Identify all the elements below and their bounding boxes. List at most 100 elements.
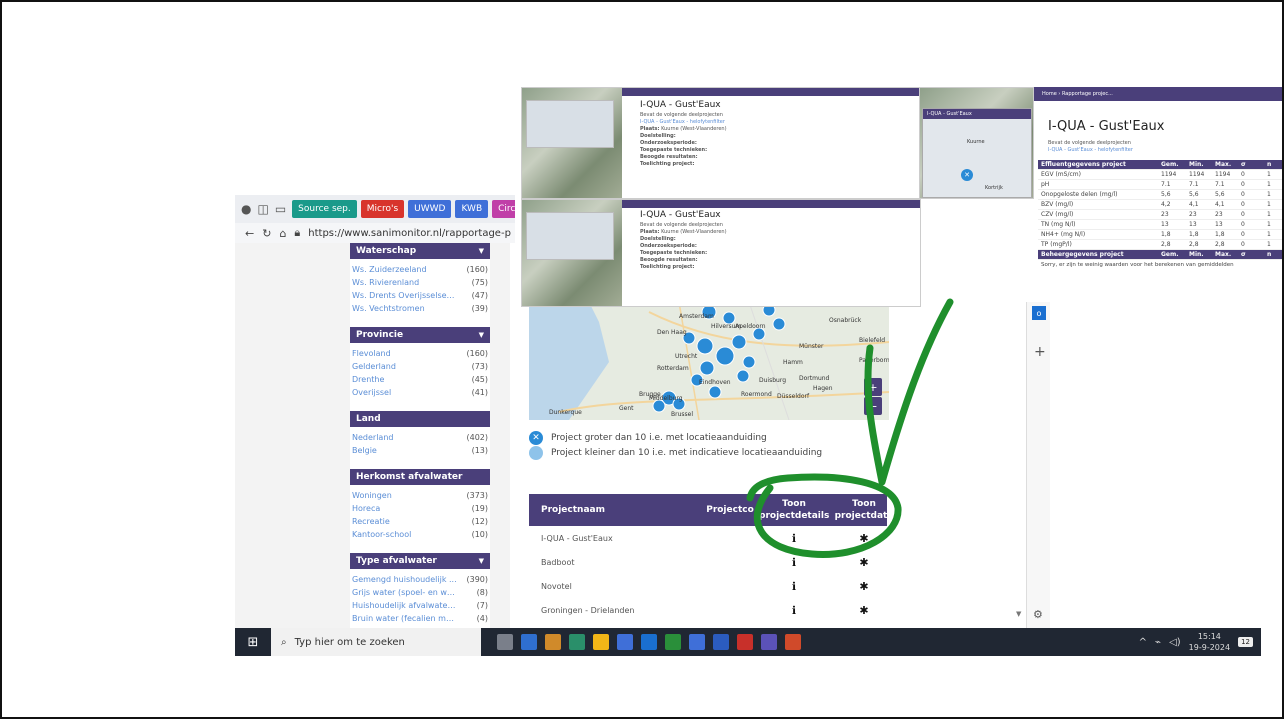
- favorite-0[interactable]: Source sep.: [292, 200, 357, 218]
- filter-item[interactable]: Grijs water (spoel- en wa... (8): [350, 586, 490, 599]
- taskbar-app-icon[interactable]: [737, 634, 753, 650]
- project-name-cell: Groningen - Drielanden: [541, 605, 635, 615]
- taskbar-app-icon[interactable]: [617, 634, 633, 650]
- filter-item[interactable]: Ws. Zuiderzeeland (160): [350, 263, 490, 276]
- refresh-icon[interactable]: ↻: [262, 227, 271, 240]
- volume-icon[interactable]: ◁): [1169, 637, 1181, 648]
- filter-item[interactable]: Horeca (19): [350, 502, 490, 515]
- filter-item-count: (41): [471, 388, 488, 397]
- info-icon[interactable]: ℹ: [759, 580, 829, 593]
- taskbar-app-icon[interactable]: [593, 634, 609, 650]
- filter-item-label[interactable]: Grijs water (spoel- en wa...: [352, 588, 457, 597]
- taskbar-app-icon[interactable]: [569, 634, 585, 650]
- filter-header[interactable]: Land: [350, 411, 490, 427]
- filter-item[interactable]: Woningen (373): [350, 489, 490, 502]
- back-icon[interactable]: ←: [245, 227, 254, 240]
- taskbar-app-icon[interactable]: [785, 634, 801, 650]
- chevron-down-icon: ▼: [478, 331, 484, 339]
- taskbar-clock[interactable]: 15:14 19-9-2024: [1189, 631, 1230, 653]
- taskbar-search[interactable]: ⌕ Typ hier om te zoeken: [271, 628, 481, 656]
- results-label: Beoogde resultaten:: [640, 154, 698, 160]
- info-icon[interactable]: ℹ: [759, 604, 829, 617]
- filter-item[interactable]: Recreatie (12): [350, 515, 490, 528]
- taskbar-app-icon[interactable]: [665, 634, 681, 650]
- project-marker[interactable]: [696, 337, 714, 355]
- filter-item[interactable]: Huishoudelijk afvalwater ... (7): [350, 599, 490, 612]
- taskbar-app-icon[interactable]: [761, 634, 777, 650]
- filter-item-label[interactable]: Woningen: [352, 491, 392, 500]
- chevron-down-icon: ▼: [478, 557, 484, 565]
- filter-item-label[interactable]: Huishoudelijk afvalwater ...: [352, 601, 457, 610]
- subproject-link[interactable]: I-QUA - Gust'Eaux - helofytenfilter: [640, 119, 910, 126]
- filter-item-label[interactable]: Bruin water (fecalien met...: [352, 614, 457, 623]
- filter-item-label[interactable]: Overijssel: [352, 388, 391, 397]
- filter-item-label[interactable]: Nederland: [352, 433, 393, 442]
- taskbar-app-icon[interactable]: [545, 634, 561, 650]
- location-map-thumb: [526, 100, 614, 148]
- taskbar-app-icon[interactable]: [521, 634, 537, 650]
- filter-item[interactable]: Ws. Rivierenland (75): [350, 276, 490, 289]
- filter-header[interactable]: Provincie ▼: [350, 327, 490, 343]
- table-cell: 1: [1267, 181, 1271, 188]
- filter-item-label[interactable]: Ws. Drents Overijsselse D...: [352, 291, 457, 300]
- profile-icon[interactable]: ●: [241, 201, 251, 217]
- scroll-down-icon[interactable]: ▼: [1016, 610, 1021, 618]
- filter-item-label[interactable]: Belgie: [352, 446, 377, 455]
- col-projectnaam[interactable]: Projectnaam: [541, 504, 701, 516]
- tray-chevron-icon[interactable]: ^: [1139, 637, 1147, 648]
- asterisk-icon[interactable]: ✱: [829, 580, 899, 593]
- data-subproject-link[interactable]: I-QUA - Gust'Eaux - helofytenfilter: [1048, 147, 1282, 154]
- favorite-3[interactable]: KWB: [455, 200, 489, 218]
- workspaces-icon[interactable]: ◫: [257, 201, 268, 217]
- filter-item-label[interactable]: Gemengd huishoudelijk ...: [352, 575, 457, 584]
- filter-item[interactable]: Drenthe (45): [350, 373, 490, 386]
- windows-start-icon[interactable]: ⊞: [235, 635, 271, 650]
- filter-item[interactable]: Nederland (402): [350, 431, 490, 444]
- filter-item-label[interactable]: Ws. Zuiderzeeland: [352, 265, 427, 274]
- tab-actions-icon[interactable]: ▭: [275, 201, 286, 217]
- table-cell: 1: [1267, 171, 1271, 178]
- filter-header[interactable]: Herkomst afvalwater: [350, 469, 490, 485]
- filter-item-label[interactable]: Drenthe: [352, 375, 384, 384]
- filter-item-label[interactable]: Kantoor-school: [352, 530, 411, 539]
- asterisk-icon[interactable]: ✱: [829, 604, 899, 617]
- project-marker-icon[interactable]: ✕: [961, 169, 973, 181]
- home-icon[interactable]: ⌂: [279, 227, 286, 240]
- favorite-4[interactable]: Circ. w: [492, 200, 515, 218]
- filter-item-label[interactable]: Ws. Rivierenland: [352, 278, 419, 287]
- filter-item[interactable]: Belgie (13): [350, 444, 490, 457]
- filter-item[interactable]: Flevoland (160): [350, 347, 490, 360]
- url-field[interactable]: https://www.sanimonitor.nl/rapportage-p: [308, 228, 511, 239]
- filter-header[interactable]: Type afvalwater ▼: [350, 553, 490, 569]
- favorite-2[interactable]: UWWD: [408, 200, 452, 218]
- taskbar-app-icon[interactable]: [497, 634, 513, 650]
- table-cell: 1,8: [1161, 231, 1171, 238]
- filter-item-label[interactable]: Flevoland: [352, 349, 391, 358]
- filter-item-label[interactable]: Gelderland: [352, 362, 396, 371]
- filter-item-label[interactable]: Horeca: [352, 504, 380, 513]
- taskbar-app-icon[interactable]: [689, 634, 705, 650]
- taskbar-app-icon[interactable]: [713, 634, 729, 650]
- filter-item[interactable]: Kantoor-school (10): [350, 528, 490, 541]
- network-icon[interactable]: ⌁: [1155, 637, 1161, 648]
- add-icon[interactable]: +: [1034, 344, 1050, 360]
- filter-item[interactable]: Overijssel (41): [350, 386, 490, 399]
- filter-item-count: (12): [471, 517, 488, 526]
- settings-icon[interactable]: ⚙: [1033, 608, 1043, 621]
- filter-item[interactable]: Gemengd huishoudelijk ... (390): [350, 573, 490, 586]
- notification-badge[interactable]: 12: [1238, 637, 1253, 647]
- filter-header[interactable]: Waterschap ▼: [350, 243, 490, 259]
- outlook-icon[interactable]: o: [1032, 306, 1046, 320]
- filter-item-label[interactable]: Recreatie: [352, 517, 390, 526]
- filter-item[interactable]: Ws. Vechtstromen (39): [350, 302, 490, 315]
- filter-item[interactable]: Bruin water (fecalien met... (4): [350, 612, 490, 625]
- filter-item-label[interactable]: Ws. Vechtstromen: [352, 304, 425, 313]
- table-row: CZV (mg/l) 23 23 23 0 1: [1038, 210, 1282, 220]
- column-header: Min.: [1189, 161, 1204, 168]
- taskbar-app-icon[interactable]: [641, 634, 657, 650]
- favorite-1[interactable]: Micro's: [360, 200, 405, 218]
- project-marker[interactable]: [708, 385, 722, 399]
- filter-item[interactable]: Ws. Drents Overijsselse D... (47): [350, 289, 490, 302]
- filter-item[interactable]: Gelderland (73): [350, 360, 490, 373]
- project-marker[interactable]: [699, 360, 715, 376]
